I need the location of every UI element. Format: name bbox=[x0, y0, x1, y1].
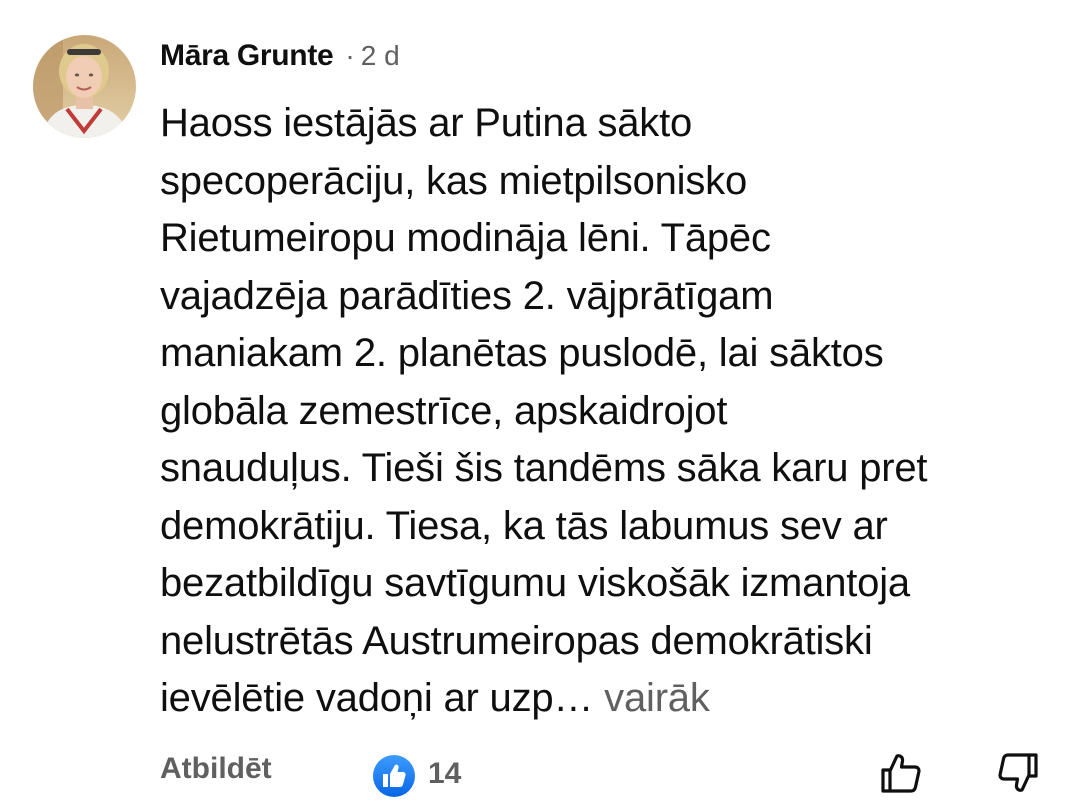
comment-line: snauduļus. Tieši šis tandēms sāka karu p… bbox=[160, 446, 928, 490]
avatar-photo bbox=[33, 35, 136, 138]
thumbs-up-badge-icon bbox=[372, 754, 416, 798]
comment-timestamp: 2 d bbox=[360, 40, 400, 71]
avatar[interactable] bbox=[33, 35, 136, 138]
comment-actions: Atbildēt 14 bbox=[0, 740, 1080, 810]
thumbs-down-icon[interactable] bbox=[995, 750, 1041, 796]
read-more-link[interactable]: vairāk bbox=[604, 676, 710, 720]
comment-line: Rietumeiropu modināja lēni. Tāpēc bbox=[160, 216, 771, 260]
comment-line-truncated: ievēlētie vadoņi ar uzp… bbox=[160, 676, 594, 720]
reply-button[interactable]: Atbildēt bbox=[160, 752, 272, 786]
thumbs-up-icon[interactable] bbox=[878, 750, 924, 796]
comment-line: Haoss iestājās ar Putina sākto bbox=[160, 101, 693, 145]
comment-line: bezatbildīgu savtīgumu viskošāk izmantoj… bbox=[160, 561, 910, 605]
author-name[interactable]: Māra Grunte bbox=[160, 39, 334, 73]
comment-line: specoperāciju, kas mietpilsonisko bbox=[160, 158, 748, 203]
comment-header: Māra Grunte · 2 d bbox=[160, 36, 400, 76]
comment-text: Haoss iestājās ar Putina sākto specoperā… bbox=[160, 95, 1060, 728]
separator-dot: · bbox=[345, 40, 355, 71]
comment-line-last: ievēlētie vadoņi ar uzp… vairāk bbox=[160, 670, 1060, 728]
comment-line: nelustrētās Austrumeiropas demokrātiski bbox=[160, 618, 873, 663]
like-count: 14 bbox=[428, 757, 462, 790]
comment-line: maniakam 2. planētas puslodē, lai sāktos bbox=[160, 331, 884, 375]
comment-line: vajadzēja parādīties 2. vājprātīgam bbox=[160, 273, 774, 318]
comment-line: demokrātiju. Tiesa, ka tās labumus sev a… bbox=[160, 503, 888, 548]
comment-line: globāla zemestrīce, apskaidrojot bbox=[160, 388, 728, 433]
